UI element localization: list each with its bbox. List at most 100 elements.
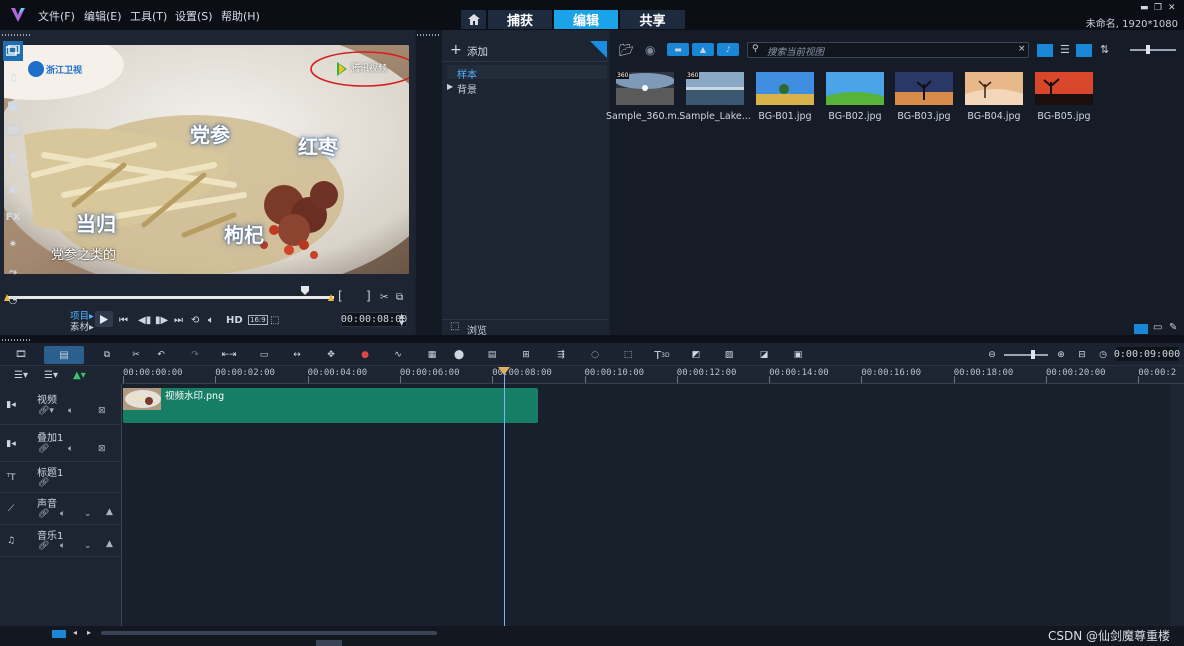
thumbnail-size-handle[interactable] [1146,45,1150,54]
undo-icon[interactable]: ↶ [152,347,170,363]
library-item-sample-360[interactable]: 360 Sample_360.m... [606,69,684,123]
title-button[interactable]: T [3,151,23,171]
go-to-end-icon[interactable]: ⏭ [174,313,183,327]
add-track-icon[interactable]: ▲▾ [73,370,86,381]
filter-audio-button[interactable]: ♪ [717,43,739,56]
path-button[interactable]: ⤳ [3,262,23,282]
split-screen-icon[interactable]: ◩ [687,347,705,363]
tree-item-samples[interactable]: 样本 [457,66,477,81]
library-item-bg-b05[interactable]: BG-B05.jpg [1031,69,1097,123]
gif-export-icon[interactable]: ▣ [789,347,807,363]
title-template-button[interactable]: AB [6,124,20,136]
track-manager-icon[interactable]: ⧉ [98,347,116,363]
crop-icon[interactable]: ⬚ [270,313,279,327]
tab-edit[interactable]: 编辑 [554,10,618,29]
home-tab[interactable] [461,10,486,29]
tab-capture[interactable]: 捕获 [488,10,552,29]
mask-icon[interactable]: ⬤ [450,347,468,363]
timeline-ruler[interactable] [122,366,1184,384]
playhead[interactable] [504,368,505,626]
track-list-icon[interactable]: ☰▾ [14,370,28,381]
3d-title-icon[interactable]: T 3D [653,347,671,363]
mark-out-button[interactable]: ] [366,289,371,303]
menu-edit[interactable]: 编辑(E) [84,8,122,24]
fit-view-icon[interactable] [52,630,66,638]
mute-icon[interactable]: 🔈︎ [60,541,65,551]
multicam-icon[interactable]: ⊞ [517,347,535,363]
pan-zoom-icon[interactable]: ◌ [586,347,604,363]
browse-icon[interactable]: ⬚ [450,321,459,332]
mute-icon[interactable]: 🔈︎ [68,444,73,454]
tab-share[interactable]: 共享 [620,10,685,29]
fit-project-icon[interactable]: ⇤⇥ [220,347,238,363]
media-library-button[interactable] [3,41,23,61]
close-icon[interactable]: ✕ [1168,3,1176,13]
view-list-icon[interactable]: ☰ [1060,43,1070,56]
chevron-down-icon[interactable]: ⌄ [84,541,92,551]
storyboard-view-icon[interactable]: ▭ [1153,322,1162,333]
volume-icon[interactable]: 🔈︎ [208,313,214,327]
repeat-icon[interactable]: ⟲ [191,313,199,327]
filter-photo-button[interactable]: ▲ [692,43,714,56]
tree-item-backgrounds[interactable]: 背景 [457,81,477,96]
mute-icon[interactable]: 🔈︎ [68,406,73,416]
scrubber-handle[interactable] [301,285,309,295]
color-grading-icon[interactable]: ◪ [755,347,773,363]
horizontal-scrollbar[interactable] [101,631,437,635]
library-item-bg-b01[interactable]: BG-B01.jpg [752,69,818,123]
import-folder-icon[interactable]: 📂︎ [619,43,634,57]
view-large-icon[interactable] [1037,44,1053,57]
audio-wave-icon[interactable]: ∿ [389,347,407,363]
panel-grip[interactable] [417,34,441,36]
mark-in-button[interactable]: [ [338,289,343,303]
zoom-out-icon[interactable]: ⊖ [983,347,1001,363]
motion-tracking-icon[interactable]: ⇶ [552,347,570,363]
menu-tools[interactable]: 工具(T) [130,8,167,24]
trim-icon[interactable]: ↔ [288,347,306,363]
particle-button[interactable]: ✷ [3,234,23,254]
aspect-ratio-button[interactable]: 16:9 [248,315,268,325]
graphics-button[interactable]: ▣ [3,179,23,199]
filter-video-button[interactable]: ▬ [667,43,689,56]
menu-help[interactable]: 帮助(H) [221,8,260,24]
zoom-slider-handle[interactable] [1031,350,1035,359]
fx-button[interactable]: FX [3,207,23,227]
scroll-right-icon[interactable]: ▸ [87,628,91,637]
vertical-scrollbar[interactable] [1170,384,1184,626]
grid-icon[interactable]: ⊠ [98,444,106,454]
record-screen-icon[interactable]: ▭ [255,347,273,363]
scroll-left-icon[interactable]: ◂ [73,628,77,637]
panel-grip[interactable] [2,339,32,341]
link-icon[interactable]: 🔗︎▾ [38,406,54,416]
menu-file[interactable]: 文件(F) [38,8,75,24]
ripple-icon[interactable]: ▲ [106,539,113,549]
zoom-in-icon[interactable]: ⊕ [1052,347,1070,363]
go-to-start-icon[interactable]: ⏮ [119,313,128,327]
clear-search-icon[interactable]: × [1018,44,1026,54]
previous-frame-icon[interactable]: ◀▮ [138,313,151,327]
track-menu-icon[interactable]: ☰▾ [44,370,58,381]
record-icon[interactable]: ◉ [645,43,655,57]
move-icon[interactable]: ✥ [322,347,340,363]
grid-icon[interactable]: ⊠ [98,406,106,416]
panel-layout-icon[interactable] [1134,324,1148,334]
instant-project-button[interactable]: ♫ [3,68,23,88]
link-icon[interactable]: 🔗︎ [38,478,49,488]
hd-toggle[interactable]: HD [226,313,243,327]
library-item-sample-lake[interactable]: 360 Sample_Lake... [679,69,751,123]
record-voice-icon[interactable]: ● [356,347,374,363]
timeline-view-button[interactable]: ▤ [44,346,84,364]
link-icon[interactable]: 🔗︎ [38,509,49,519]
resize-handle[interactable] [316,640,342,646]
preview-timecode[interactable]: 00:00:08:00 [341,312,407,327]
timeline-clip[interactable]: 视频水印.png [123,388,538,423]
snapshot-icon[interactable]: ⧉ [396,290,403,304]
storyboard-view-icon[interactable]: 🎞︎ [11,347,31,363]
ripple-icon[interactable]: ▲ [106,507,113,517]
play-button[interactable] [95,311,113,327]
add-icon[interactable]: + [450,42,462,58]
redo-icon[interactable]: ↷ [186,347,204,363]
thumbnail-size-slider[interactable] [1130,49,1176,51]
options-icon[interactable]: ✎ [1169,322,1177,333]
blend-icon[interactable]: ▨ [720,347,738,363]
